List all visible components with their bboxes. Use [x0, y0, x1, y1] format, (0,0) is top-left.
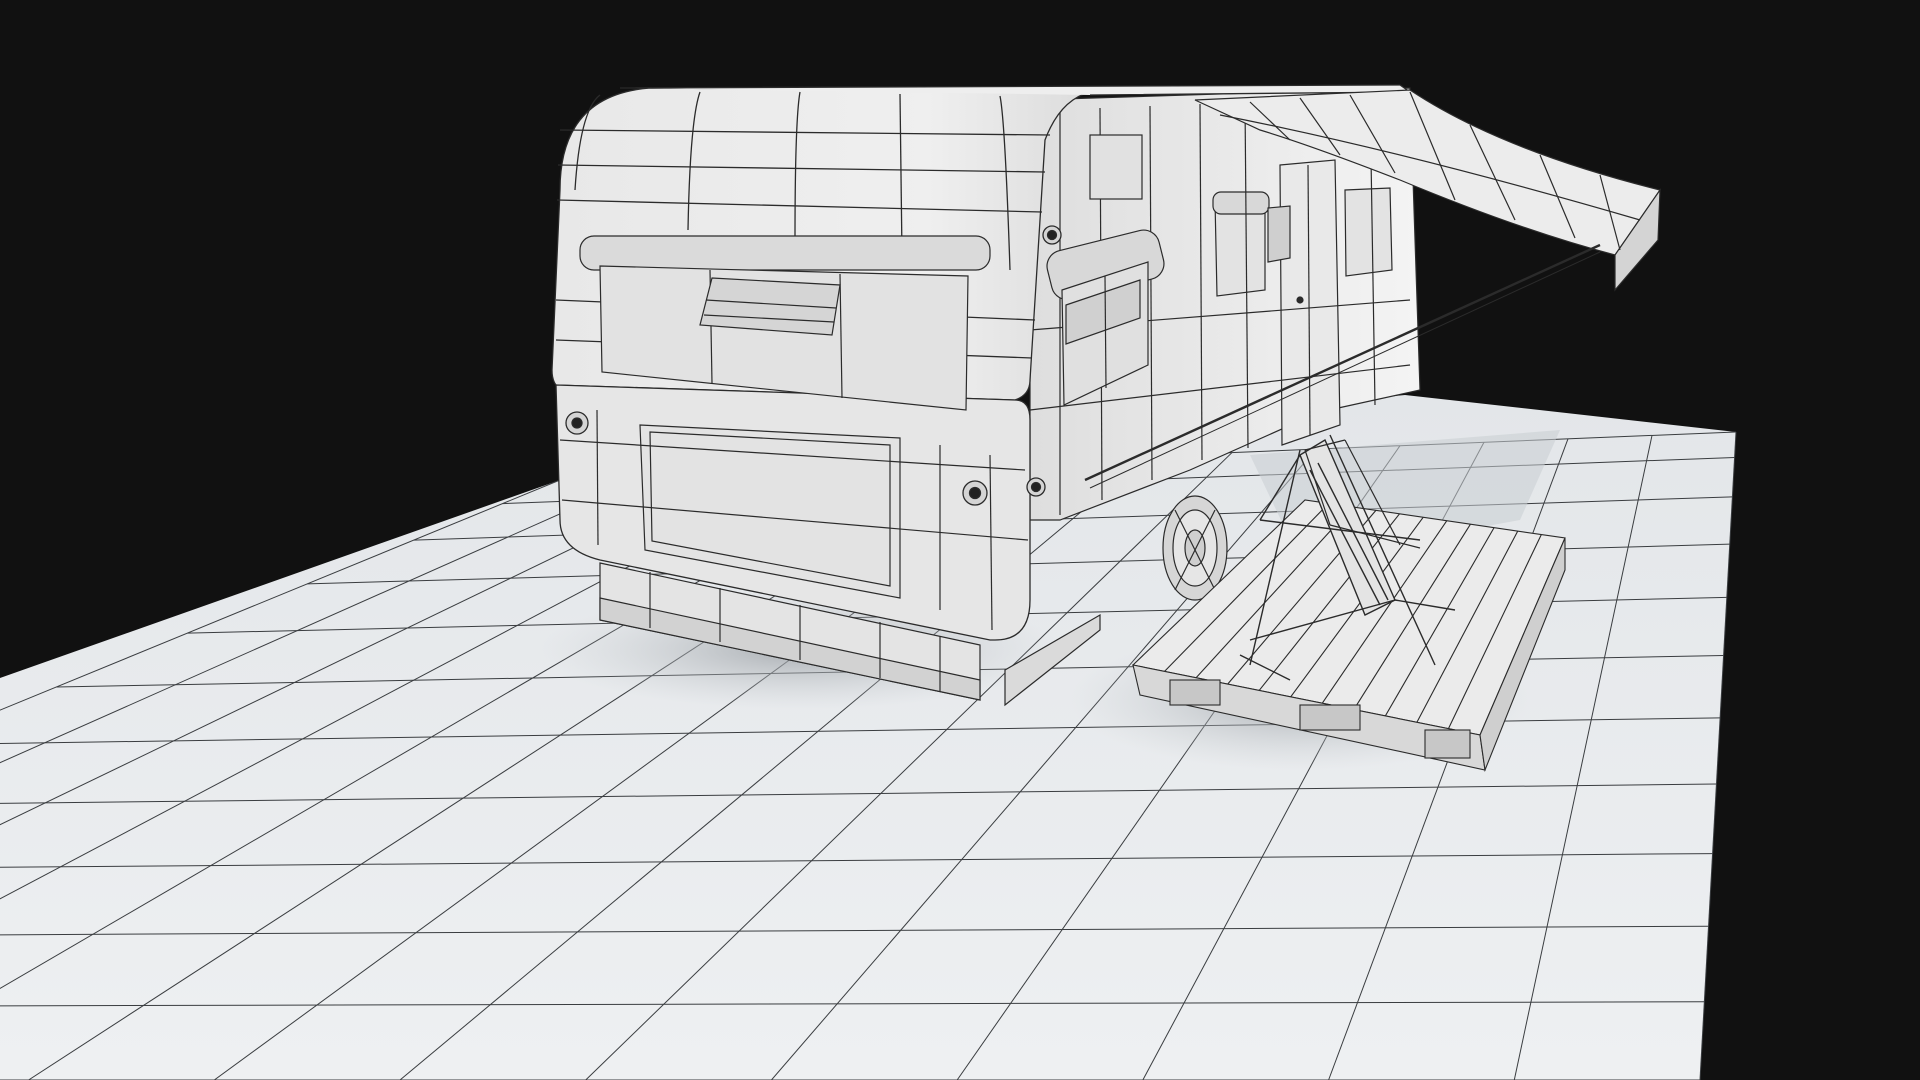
tail-light-icon	[1026, 477, 1046, 497]
rear-window-hood	[579, 235, 991, 271]
render-viewport	[0, 0, 1920, 1080]
side-window-hood	[1212, 191, 1270, 215]
door-handle-icon	[1296, 296, 1304, 304]
marker-light-icon	[1042, 225, 1062, 245]
upper-vent-window	[1089, 134, 1143, 200]
tail-light-icon	[962, 480, 988, 506]
side-window-vent	[1267, 205, 1291, 263]
side-window-right	[1344, 187, 1393, 277]
pallet-block	[1299, 704, 1361, 731]
tail-light-icon	[565, 411, 589, 435]
pallet-block	[1169, 679, 1221, 706]
pallet-block	[1424, 729, 1471, 759]
